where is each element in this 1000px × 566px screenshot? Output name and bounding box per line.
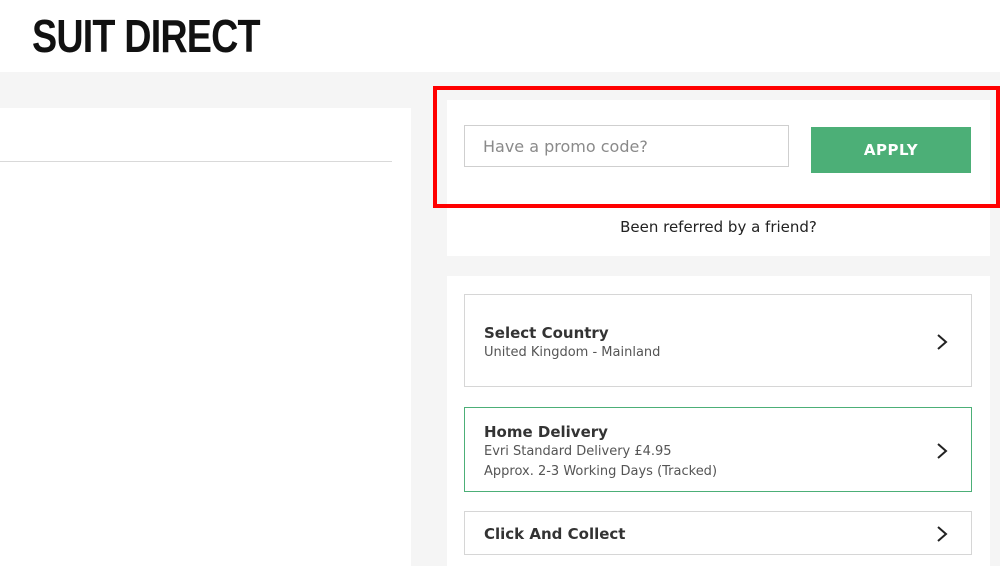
option-title: Click And Collect xyxy=(484,525,626,543)
option-subtitle: United Kingdom - Mainland xyxy=(484,345,661,360)
option-subtitle: Evri Standard Delivery £4.95 xyxy=(484,444,672,459)
order-summary-panel xyxy=(0,108,411,566)
promo-highlight-box xyxy=(433,86,1000,208)
site-header: SUIT DIRECT xyxy=(0,0,1000,72)
home-delivery-option[interactable]: Home Delivery Evri Standard Delivery £4.… xyxy=(464,407,972,492)
site-logo[interactable]: SUIT DIRECT xyxy=(32,8,261,64)
option-title: Home Delivery xyxy=(484,423,608,441)
chevron-right-icon xyxy=(937,526,948,542)
option-title: Select Country xyxy=(484,324,609,342)
select-country-option[interactable]: Select Country United Kingdom - Mainland xyxy=(464,294,972,387)
divider xyxy=(0,161,392,162)
click-and-collect-option[interactable]: Click And Collect xyxy=(464,511,972,555)
chevron-right-icon xyxy=(937,443,948,459)
referred-by-friend-link[interactable]: Been referred by a friend? xyxy=(447,218,990,236)
option-subtitle: Approx. 2-3 Working Days (Tracked) xyxy=(484,464,718,479)
chevron-right-icon xyxy=(937,334,948,350)
